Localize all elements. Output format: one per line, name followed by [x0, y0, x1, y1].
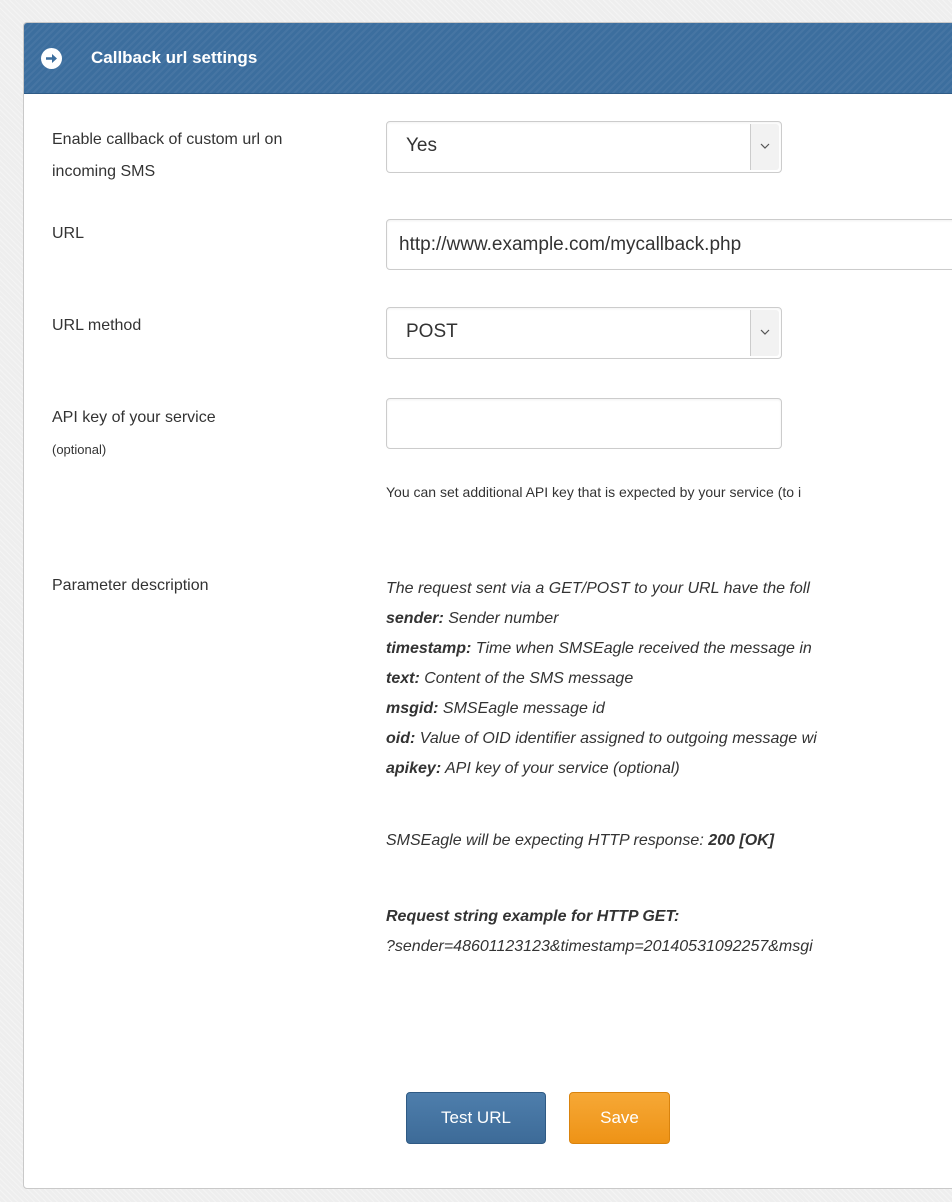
param-row: text: Content of the SMS message: [386, 667, 817, 697]
api-key-label: API key of your service (optional): [52, 405, 216, 463]
param-row: apikey: API key of your service (optiona…: [386, 757, 817, 787]
api-key-optional-label: (optional): [52, 442, 107, 457]
enable-callback-label: Enable callback of custom url on incomin…: [52, 127, 282, 185]
param-desc: Content of the SMS message: [419, 670, 634, 687]
url-method-dropdown-arrow[interactable]: [750, 310, 779, 356]
circle-arrow-right-icon: [41, 48, 62, 69]
enable-callback-dropdown-arrow[interactable]: [750, 124, 779, 170]
param-desc: Value of OID identifier assigned to outg…: [415, 730, 817, 747]
param-row: sender: Sender number: [386, 607, 817, 637]
parameter-description: The request sent via a GET/POST to your …: [386, 577, 817, 965]
param-desc: Sender number: [443, 610, 559, 627]
test-url-button[interactable]: Test URL: [406, 1092, 546, 1144]
http-response-code: 200 [OK]: [708, 832, 775, 849]
api-key-input[interactable]: [387, 399, 781, 448]
api-key-help-text: You can set additional API key that is e…: [386, 484, 802, 500]
chevron-down-icon: [760, 329, 770, 335]
api-key-label-text: API key of your service: [52, 409, 216, 426]
save-button[interactable]: Save: [569, 1092, 670, 1144]
url-label: URL: [52, 225, 85, 242]
parameter-intro: The request sent via a GET/POST to your …: [386, 580, 810, 597]
param-row: timestamp: Time when SMSEagle received t…: [386, 637, 817, 667]
enable-callback-value: Yes: [406, 135, 437, 156]
http-response-note: SMSEagle will be expecting HTTP response…: [386, 829, 817, 859]
param-key: oid:: [386, 730, 416, 747]
param-key: msgid:: [386, 700, 439, 717]
enable-callback-select[interactable]: Yes: [386, 121, 782, 173]
chevron-down-icon: [760, 143, 770, 149]
url-input[interactable]: [387, 220, 952, 269]
url-method-label: URL method: [52, 317, 142, 334]
param-desc: Time when SMSEagle received the message …: [471, 640, 812, 657]
param-key: apikey:: [386, 760, 442, 777]
param-row: oid: Value of OID identifier assigned to…: [386, 727, 817, 757]
parameter-description-label: Parameter description: [52, 577, 209, 594]
param-desc: SMSEagle message id: [438, 700, 605, 717]
param-key: text:: [386, 670, 420, 687]
http-response-text: SMSEagle will be expecting HTTP response…: [386, 832, 709, 849]
request-example-title: Request string example for HTTP GET:: [386, 908, 680, 925]
param-key: timestamp:: [386, 640, 472, 657]
url-method-value: POST: [406, 321, 458, 342]
api-key-field[interactable]: [386, 398, 782, 449]
request-example-string: ?sender=48601123123&timestamp=2014053109…: [386, 938, 813, 955]
enable-callback-label-line2: incoming SMS: [52, 163, 156, 180]
param-key: sender:: [386, 610, 444, 627]
url-field[interactable]: [386, 219, 952, 270]
url-method-select[interactable]: POST: [386, 307, 782, 359]
panel-title: Callback url settings: [91, 48, 258, 67]
panel-header: Callback url settings: [24, 23, 952, 94]
enable-callback-label-line1: Enable callback of custom url on: [52, 131, 283, 148]
param-desc: API key of your service (optional): [441, 760, 680, 777]
callback-settings-panel: Callback url settings Enable callback of…: [23, 22, 952, 1189]
param-row: msgid: SMSEagle message id: [386, 697, 817, 727]
